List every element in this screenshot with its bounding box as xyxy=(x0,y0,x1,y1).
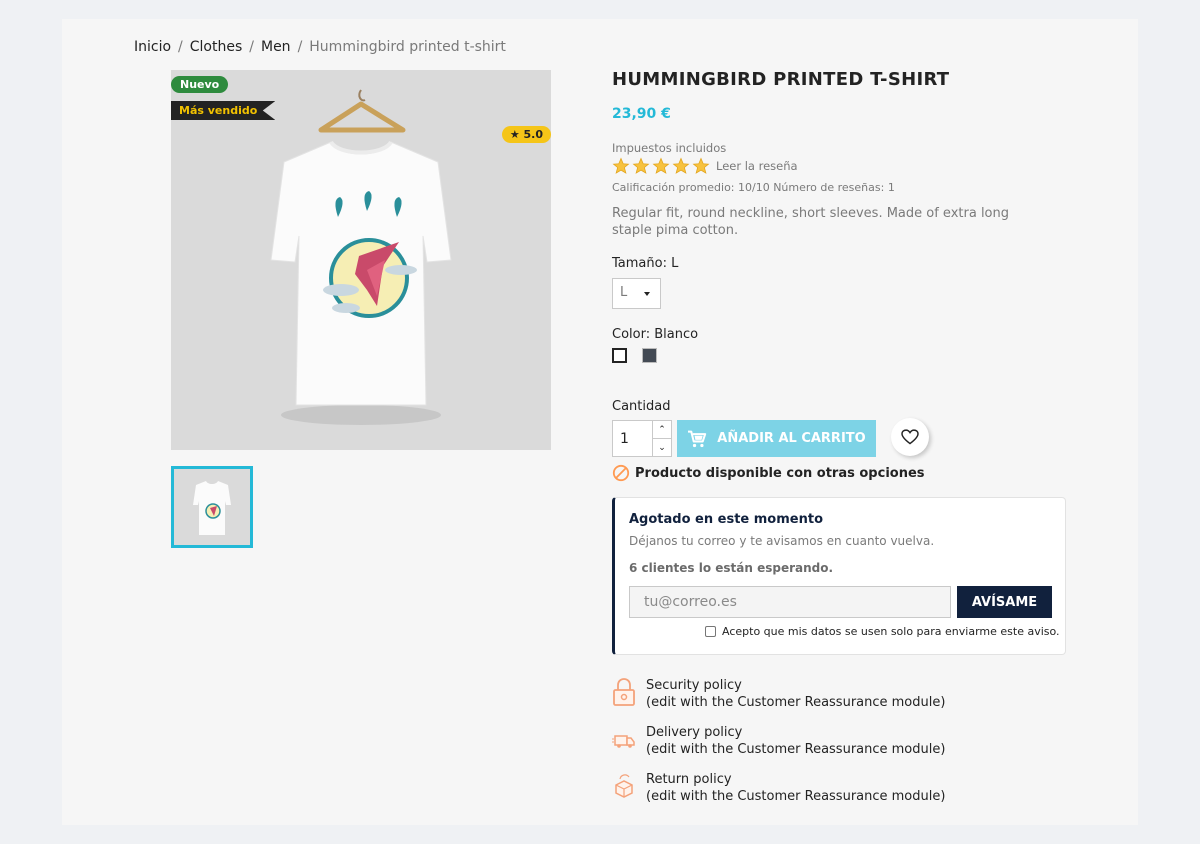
wishlist-button[interactable] xyxy=(891,418,929,456)
breadcrumb-separator: / xyxy=(249,39,254,55)
star-icon xyxy=(652,157,670,174)
heart-icon xyxy=(901,429,919,445)
consent-checkbox[interactable] xyxy=(705,626,716,637)
star-icon xyxy=(632,157,650,174)
return-box-icon xyxy=(615,774,633,798)
availability-text: Producto disponible con otras opciones xyxy=(635,465,925,481)
breadcrumb-separator: / xyxy=(297,39,303,55)
quantity-label: Cantidad xyxy=(612,399,671,414)
quantity-stepper[interactable]: 1 ⌃ ⌄ xyxy=(612,420,672,457)
reassurance-delivery: Delivery policy (edit with the Customer … xyxy=(612,724,945,758)
breadcrumb: Inicio / Clothes / Men / Hummingbird pri… xyxy=(134,39,506,55)
product-thumbnail[interactable] xyxy=(171,466,253,548)
notify-subtext: Déjanos tu correo y te avisamos en cuant… xyxy=(629,534,935,548)
product-title: HUMMINGBIRD PRINTED T-SHIRT xyxy=(612,69,950,90)
quantity-value[interactable]: 1 xyxy=(620,431,629,447)
add-to-cart-label: AÑADIR AL CARRITO xyxy=(717,431,866,446)
notify-waiting-count: 6 clientes lo están esperando. xyxy=(629,561,834,575)
product-page: Inicio / Clothes / Men / Hummingbird pri… xyxy=(62,19,1138,825)
email-field[interactable]: tu@correo.es xyxy=(629,586,951,618)
block-icon xyxy=(612,464,630,482)
reassurance-return: Return policy (edit with the Customer Re… xyxy=(612,771,945,805)
reassurance-title: Return policy xyxy=(646,772,732,787)
size-select-value: L xyxy=(620,285,628,300)
add-to-cart-button[interactable]: AÑADIR AL CARRITO xyxy=(677,420,876,457)
rating-badge: ★ 5.0 xyxy=(501,126,551,143)
reassurance-title: Delivery policy xyxy=(646,725,743,740)
notify-heading: Agotado en este momento xyxy=(629,512,823,527)
reassurance-note: (edit with the Customer Reassurance modu… xyxy=(646,742,946,757)
reassurance-note: (edit with the Customer Reassurance modu… xyxy=(646,695,946,710)
reassurance-note: (edit with the Customer Reassurance modu… xyxy=(646,789,946,804)
consent-label: Acepto que mis datos se usen solo para e… xyxy=(722,625,1060,638)
color-swatch-white[interactable] xyxy=(612,348,627,363)
availability-status: Producto disponible con otras opciones xyxy=(612,464,925,482)
product-description: Regular fit, round neckline, short sleev… xyxy=(612,206,1009,238)
read-review-link[interactable]: Leer la reseña xyxy=(716,159,798,173)
quantity-decrease-icon[interactable]: ⌄ xyxy=(653,439,671,457)
rating-stars: Leer la reseña xyxy=(612,157,798,175)
breadcrumb-men[interactable]: Men xyxy=(261,39,291,55)
product-main-image[interactable]: Nuevo Más vendido ★ 5.0 xyxy=(171,70,551,450)
tshirt-thumbnail-icon xyxy=(193,481,231,535)
star-icon xyxy=(692,157,710,174)
breadcrumb-home[interactable]: Inicio xyxy=(134,39,171,55)
reassurance-title: Security policy xyxy=(646,678,742,693)
color-swatch-dark[interactable] xyxy=(642,348,657,363)
color-label: Color: Blanco xyxy=(612,327,699,342)
lock-icon xyxy=(613,678,635,706)
cart-icon xyxy=(688,430,707,447)
star-icon xyxy=(672,157,690,174)
breadcrumb-separator: / xyxy=(178,39,183,55)
rating-summary: Calificación promedio: 10/10 Número de r… xyxy=(612,181,895,194)
tshirt-illustration xyxy=(270,89,452,425)
reassurance-security: Security policy (edit with the Customer … xyxy=(612,677,945,711)
consent-row: Acepto que mis datos se usen solo para e… xyxy=(705,625,1060,638)
back-in-stock-panel: Agotado en este momento Déjanos tu corre… xyxy=(612,497,1066,655)
new-badge: Nuevo xyxy=(171,76,229,93)
caret-down-icon xyxy=(644,292,650,296)
size-select[interactable]: L xyxy=(612,278,661,309)
star-icon xyxy=(612,157,630,174)
breadcrumb-clothes[interactable]: Clothes xyxy=(190,39,243,55)
quantity-increase-icon[interactable]: ⌃ xyxy=(653,421,671,439)
bestseller-badge: Más vendido xyxy=(171,101,276,120)
size-label: Tamaño: L xyxy=(612,256,679,271)
product-price: 23,90 € xyxy=(612,106,671,122)
notify-me-button[interactable]: AVÍSAME xyxy=(957,586,1052,618)
quantity-arrows: ⌃ ⌄ xyxy=(652,421,671,456)
breadcrumb-current: Hummingbird printed t-shirt xyxy=(309,39,506,55)
truck-icon xyxy=(612,735,635,748)
tax-label: Impuestos incluidos xyxy=(612,141,727,155)
